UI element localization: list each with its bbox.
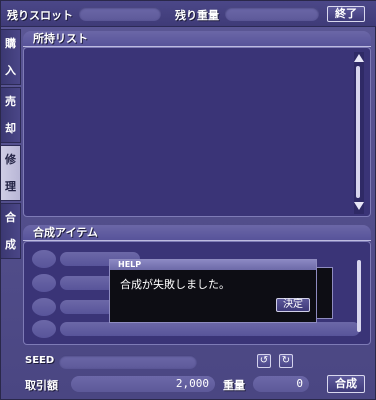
owned-list-panel — [23, 47, 371, 217]
help-dialog-edge — [317, 267, 333, 319]
weight-value: 0 — [253, 376, 309, 392]
tab-buy[interactable]: 購 入 — [1, 29, 21, 85]
synth-items-title: 合成アイテム — [33, 226, 98, 239]
mode-tabs: 購 入 売 却 修 理 合 成 — [1, 29, 21, 259]
tab-sell-char-2: 却 — [5, 121, 16, 135]
rotate-right-icon[interactable]: ↻ — [279, 354, 293, 368]
synth-scrollbar[interactable] — [356, 260, 364, 332]
tab-synthesize-char-1: 合 — [5, 210, 16, 224]
help-dialog-title: HELP — [118, 260, 142, 269]
synth-items-header: 合成アイテム — [23, 225, 371, 241]
help-dialog-header: HELP — [110, 260, 316, 270]
price-value: 2,000 — [71, 376, 215, 392]
scroll-thumb[interactable] — [356, 66, 360, 198]
tab-synthesize-char-2: 成 — [5, 237, 16, 251]
synthesize-button[interactable]: 合成 — [327, 375, 365, 393]
help-dialog-message: 合成が失敗しました。 — [120, 278, 230, 291]
seed-label: SEED — [25, 355, 55, 366]
owned-list-scrollbar[interactable] — [354, 52, 364, 214]
remaining-slots-value — [79, 7, 161, 21]
rotate-left-icon[interactable]: ↺ — [257, 354, 271, 368]
remaining-weight-label: 残り重量 — [175, 9, 219, 22]
tab-sell[interactable]: 売 却 — [1, 87, 21, 143]
owned-list-title: 所持リスト — [33, 32, 88, 45]
scroll-up-icon[interactable] — [354, 54, 364, 62]
synthesis-window: 残りスロット 残り重量 終了 購 入 売 却 修 理 合 成 所持リスト 合成ア… — [0, 0, 376, 400]
owned-list-header: 所持リスト — [23, 31, 371, 47]
close-button[interactable]: 終了 — [327, 6, 365, 22]
weight-label: 重量 — [223, 379, 245, 392]
tab-sell-char-1: 売 — [5, 94, 16, 108]
remaining-slots-label: 残りスロット — [7, 9, 73, 22]
remaining-weight-value — [225, 7, 319, 21]
scroll-down-icon[interactable] — [354, 202, 364, 210]
tab-buy-char-2: 入 — [5, 63, 16, 77]
tab-repair-char-2: 理 — [5, 179, 16, 193]
tab-synthesize[interactable]: 合 成 — [1, 203, 21, 259]
help-dialog: HELP 合成が失敗しました。 決定 — [109, 259, 317, 323]
tab-repair-char-1: 修 — [5, 152, 16, 166]
price-label: 取引額 — [25, 379, 58, 392]
synth-scroll-thumb[interactable] — [357, 260, 361, 332]
top-bar: 残りスロット 残り重量 終了 — [1, 1, 376, 27]
tab-repair[interactable]: 修 理 — [1, 145, 21, 201]
tab-buy-char-1: 購 — [5, 36, 16, 50]
seed-value — [59, 355, 197, 369]
help-ok-button[interactable]: 決定 — [276, 298, 310, 312]
